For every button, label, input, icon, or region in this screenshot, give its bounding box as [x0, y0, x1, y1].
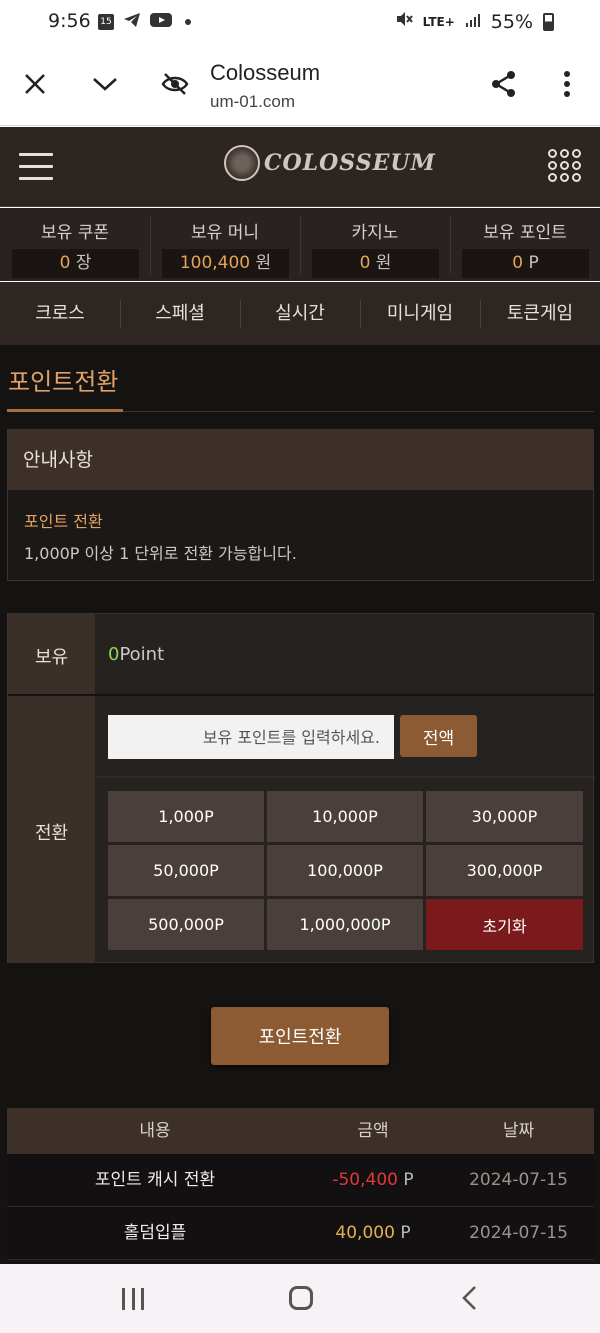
status-bar: 9:56 15 LTE+ 55% — [0, 0, 600, 44]
balance-summary: 보유 쿠폰 0 장 보유 머니 100,400 원 카지노 0 원 보유 포인트… — [0, 208, 600, 281]
header-date: 날짜 — [502, 1121, 535, 1141]
incognito-eye-off-icon[interactable] — [157, 66, 193, 102]
share-icon[interactable] — [486, 66, 522, 102]
row-content: 홀덤입플 — [123, 1223, 187, 1243]
apps-grid-icon[interactable] — [548, 149, 582, 183]
table-row: 포인트 캐시 전환 -50,400 P 2024-07-15 — [7, 1154, 594, 1207]
amount-button-100000[interactable]: 100,000P — [267, 845, 423, 896]
row-content: 포인트 캐시 전환 — [94, 1170, 216, 1190]
nav-item-minigame[interactable]: 미니게임 — [360, 282, 480, 345]
balance-label: 보유 머니 — [191, 223, 259, 243]
table-row: 홀덤입플 40,000 P 2024-07-15 — [7, 1207, 594, 1260]
battery-icon — [543, 12, 554, 31]
title-underline — [7, 409, 123, 412]
row-amount: 40,000 P — [335, 1223, 411, 1243]
point-convert-button[interactable]: 포인트전환 — [211, 1007, 389, 1065]
main-content: 포인트전환 안내사항 포인트 전환 1,000P 이상 1 단위로 전환 가능합… — [0, 346, 600, 1264]
balance-value-box: 100,400 원 — [162, 249, 289, 278]
url-text[interactable]: um-01.com — [210, 92, 295, 112]
back-icon[interactable] — [460, 1284, 480, 1312]
row-date: 2024-07-15 — [469, 1223, 568, 1243]
amount-button-300000[interactable]: 300,000P — [426, 845, 583, 896]
balance-coupon: 보유 쿠폰 0 장 — [0, 208, 150, 281]
amount-button-grid: 1,000P 10,000P 30,000P 50,000P 100,000P … — [108, 791, 585, 950]
header-amount: 금액 — [357, 1121, 389, 1141]
mute-icon — [395, 10, 413, 33]
signal-icon — [465, 11, 481, 33]
held-label: 보유 — [34, 647, 69, 668]
convert-label: 전환 — [34, 823, 69, 844]
balance-money: 보유 머니 100,400 원 — [150, 208, 300, 281]
notice-text: 1,000P 이상 1 단위로 전환 가능합니다. — [24, 544, 297, 563]
row-date: 2024-07-15 — [469, 1170, 568, 1190]
android-nav-bar — [0, 1264, 600, 1333]
reset-button[interactable]: 초기화 — [426, 899, 583, 950]
balance-casino: 카지노 0 원 — [300, 208, 450, 281]
status-system-icons: LTE+ 55% — [395, 10, 554, 33]
balance-value-box: 0 장 — [12, 249, 139, 278]
all-amount-button[interactable]: 전액 — [400, 715, 477, 757]
telegram-icon — [123, 11, 141, 33]
nav-item-token-game[interactable]: 토큰게임 — [480, 282, 600, 345]
youtube-icon — [150, 11, 172, 33]
point-amount-input[interactable] — [108, 715, 394, 759]
amount-button-1000000[interactable]: 1,000,000P — [267, 899, 423, 950]
browser-bar: Colosseum um-01.com — [0, 44, 600, 126]
notice-panel: 안내사항 포인트 전환 1,000P 이상 1 단위로 전환 가능합니다. — [7, 429, 594, 581]
balance-value-box: 0 P — [462, 249, 589, 278]
balance-label: 보유 쿠폰 — [41, 223, 109, 243]
more-vertical-icon[interactable] — [549, 66, 585, 102]
convert-form: 보유 전환 0Point 전액 1,000P 10,000P 30,000P 5… — [7, 613, 595, 963]
balance-label: 보유 포인트 — [483, 223, 567, 243]
status-notification-icons: 15 — [98, 11, 191, 33]
amount-button-1000[interactable]: 1,000P — [108, 791, 264, 842]
balance-label: 카지노 — [351, 223, 399, 243]
game-nav: 크로스 스페셜 실시간 미니게임 토큰게임 — [0, 282, 600, 346]
notice-subtitle: 포인트 전환 — [24, 512, 103, 531]
network-type: LTE+ — [422, 14, 455, 29]
logo-text: COLOSSEUM — [264, 150, 436, 176]
battery-percent: 55% — [490, 10, 533, 33]
amount-button-50000[interactable]: 50,000P — [108, 845, 264, 896]
recent-apps-icon[interactable] — [122, 1288, 144, 1310]
page-title: 포인트전환 — [8, 368, 119, 396]
balance-points: 보유 포인트 0 P — [450, 208, 600, 281]
history-header-row: 내용 금액 날짜 — [7, 1108, 594, 1154]
more-notifications-icon — [185, 19, 191, 25]
calendar-icon: 15 — [98, 14, 114, 30]
site-logo[interactable]: COLOSSEUM — [224, 145, 436, 181]
held-points-value: 0Point — [108, 644, 165, 665]
amount-button-30000[interactable]: 30,000P — [426, 791, 583, 842]
amount-button-10000[interactable]: 10,000P — [267, 791, 423, 842]
notice-heading: 안내사항 — [8, 430, 593, 490]
status-time: 9:56 — [48, 10, 91, 32]
nav-item-cross[interactable]: 크로스 — [0, 282, 120, 345]
nav-item-live[interactable]: 실시간 — [240, 282, 360, 345]
home-icon[interactable] — [289, 1286, 313, 1310]
divider — [8, 694, 595, 696]
balance-value-box: 0 원 — [312, 249, 439, 278]
amount-button-500000[interactable]: 500,000P — [108, 899, 264, 950]
chevron-down-icon[interactable] — [87, 66, 123, 102]
header-content: 내용 — [139, 1121, 171, 1141]
close-icon[interactable] — [17, 66, 53, 102]
history-table: 내용 금액 날짜 포인트 캐시 전환 -50,400 P 2024-07-15 … — [7, 1108, 594, 1260]
site-header: COLOSSEUM — [0, 127, 600, 207]
row-amount: -50,400 P — [332, 1170, 414, 1190]
page-tab-title: Colosseum — [210, 60, 321, 85]
logo-coin-icon — [224, 145, 260, 181]
divider — [95, 776, 595, 778]
nav-item-special[interactable]: 스페셜 — [120, 282, 240, 345]
hamburger-menu-icon[interactable] — [19, 153, 53, 181]
